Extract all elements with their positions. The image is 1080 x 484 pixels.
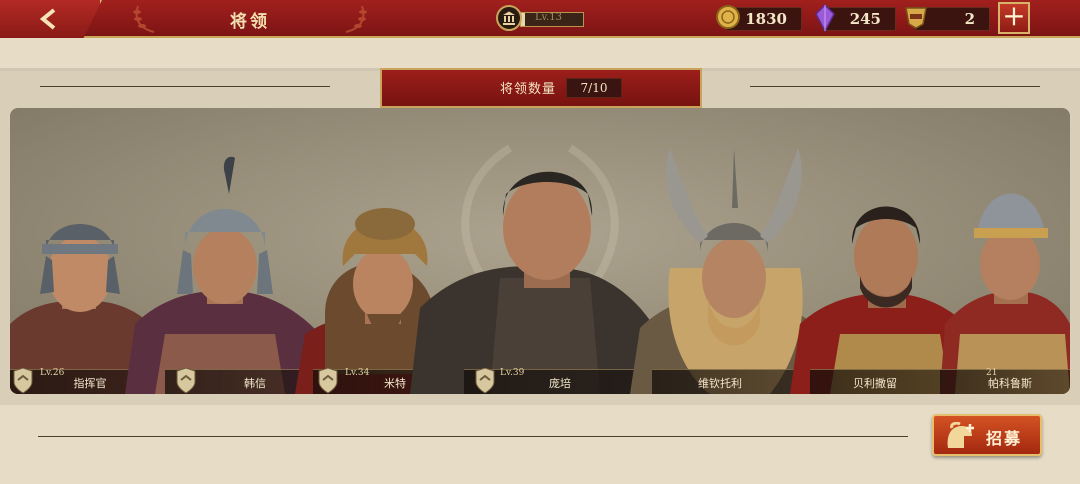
vip-resource[interactable]: 2: [905, 7, 990, 31]
general-name: 韩信: [244, 377, 266, 390]
temple-icon: [496, 5, 522, 31]
back-button[interactable]: [0, 0, 102, 38]
rank-shield-icon: [318, 368, 338, 394]
general-name: 帕科鲁斯: [988, 377, 1032, 390]
page-title: 将领: [230, 12, 270, 32]
general-name: 维钦托利: [698, 377, 742, 390]
rank-shield-icon: [13, 368, 33, 394]
laurel-right-icon: [345, 5, 367, 33]
recruit-helmet-icon: [947, 422, 974, 448]
back-arrow-icon: [39, 8, 56, 30]
general-card[interactable]: 21 帕科鲁斯: [940, 164, 1070, 394]
general-count-value: 7/10: [566, 78, 622, 98]
rank-shield-icon: [176, 368, 196, 394]
generals-stage: Lv.26 指挥官 韩信 Lv.34 米特 Lv.39 庞培 维钦托利 贝利撒留…: [10, 108, 1070, 394]
add-resource-button[interactable]: +: [998, 0, 1030, 34]
gold-coin-icon: [716, 5, 740, 29]
divider-left: [40, 86, 330, 87]
rank-shield-icon: [475, 368, 495, 394]
recruit-label: 招募: [986, 429, 1023, 448]
bottom-divider: [38, 436, 908, 437]
general-name: 指挥官: [73, 377, 107, 390]
plus-icon: +: [1002, 0, 1026, 32]
vip-badge-icon: [905, 7, 927, 29]
general-name: 贝利撒留: [853, 377, 897, 390]
gem-value: 245: [849, 10, 881, 28]
gem-resource[interactable]: 245: [815, 4, 896, 32]
top-bar: 将领 Lv.13 1830 245 2 +: [0, 0, 1080, 38]
purple-gem-icon: [815, 4, 835, 32]
general-count-plaque: 将领数量 7/10: [380, 68, 702, 108]
level-progress-bar: Lv.13: [520, 12, 584, 27]
gold-resource[interactable]: 1830: [716, 5, 802, 31]
recruit-button[interactable]: 招募: [932, 414, 1042, 456]
gold-value: 1830: [745, 10, 787, 28]
divider-right: [750, 86, 1040, 87]
vip-value: 2: [964, 10, 975, 28]
general-name: 庞培: [549, 377, 571, 390]
laurel-left-icon: [133, 5, 155, 33]
general-count-label: 将领数量: [500, 82, 557, 97]
general-portrait: [940, 193, 1070, 394]
player-level[interactable]: Lv.13: [496, 5, 586, 31]
level-text: Lv.13: [535, 12, 563, 23]
